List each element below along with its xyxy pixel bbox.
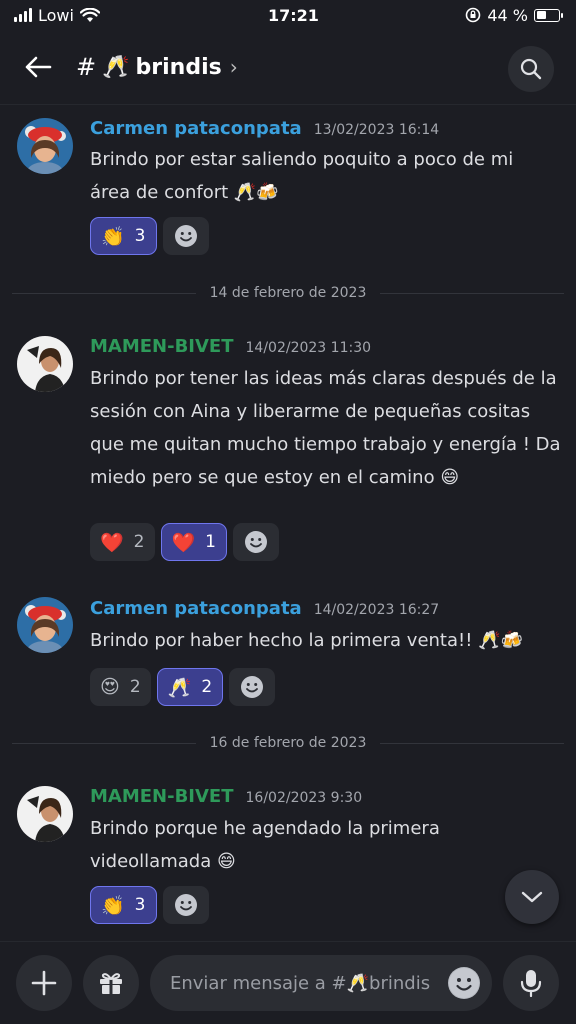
avatar[interactable] — [17, 597, 73, 653]
rotation-lock-icon — [466, 7, 481, 23]
add-reaction-button[interactable] — [233, 523, 279, 561]
user-photo-icon — [17, 597, 73, 653]
date-divider: 16 de febrero de 2023 — [12, 735, 564, 751]
message-header: MAMEN-BIVET 16/02/2023 9:30 — [90, 786, 362, 807]
message-text: Brindo por tener las ideas más claras de… — [90, 368, 561, 488]
reaction-button[interactable]: 👏 3 — [90, 217, 157, 255]
user-photo-icon — [17, 118, 73, 174]
smiley-icon — [174, 894, 197, 916]
composer-divider — [0, 941, 576, 942]
message-text: Brindo porque he agendado la primera vid… — [90, 818, 440, 872]
divider-line — [12, 742, 196, 744]
scroll-to-bottom-button[interactable] — [505, 870, 559, 924]
status-bar: Lowi 17:21 44 % — [0, 0, 576, 30]
add-reaction-button[interactable] — [162, 886, 209, 924]
add-reaction-button[interactable] — [162, 217, 209, 255]
divider-line — [380, 742, 564, 744]
avatar[interactable] — [17, 786, 73, 842]
reaction-count: 2 — [201, 677, 213, 697]
timestamp: 16/02/2023 9:30 — [245, 790, 363, 806]
reaction-count: 1 — [205, 532, 216, 552]
status-left: Lowi — [14, 6, 100, 25]
reaction-button[interactable]: 👏 3 — [90, 886, 157, 924]
smiley-icon — [241, 676, 264, 698]
reactions: 👏 3 — [90, 217, 209, 255]
reaction-count: 2 — [129, 677, 141, 697]
battery-percent: 44 % — [487, 5, 528, 25]
heart-emoji: ❤️ — [100, 531, 124, 554]
reactions: ❤️ 2 ❤️ 1 — [90, 523, 279, 561]
divider-line — [380, 292, 564, 294]
clock: 17:21 — [268, 5, 319, 25]
chevron-down-icon — [521, 891, 543, 903]
user-photo-icon — [17, 786, 73, 842]
smiley-icon — [245, 531, 267, 553]
message-header: Carmen pataconpata 14/02/2023 16:27 — [90, 598, 439, 619]
author-name[interactable]: Carmen pataconpata — [90, 118, 302, 139]
plus-icon — [31, 970, 57, 996]
avatar[interactable] — [17, 336, 73, 392]
smiley-icon — [449, 968, 479, 998]
reaction-button[interactable]: ❤️ 2 — [90, 523, 155, 561]
signal-icon — [14, 8, 32, 22]
channel-title[interactable]: # 🥂 brindis › — [76, 53, 238, 81]
reaction-count: 3 — [134, 226, 146, 246]
header-divider — [0, 104, 576, 105]
clinking-glasses-emoji: 🥂 — [167, 676, 192, 699]
avatar[interactable] — [17, 118, 73, 174]
message-input-placeholder: Enviar mensaje a #🥂brindis — [170, 972, 431, 994]
heart-emoji: ❤️ — [171, 531, 196, 554]
reaction-button[interactable]: ❤️ 1 — [160, 523, 227, 561]
add-attachment-button[interactable] — [16, 955, 72, 1011]
battery-level — [536, 11, 546, 19]
heart-eyes-emoji: 😍 — [100, 676, 120, 698]
search-icon — [520, 58, 542, 80]
back-button[interactable] — [18, 47, 58, 87]
gift-icon — [100, 973, 122, 994]
gift-button[interactable] — [83, 955, 139, 1011]
message-input[interactable]: Enviar mensaje a #🥂brindis — [150, 955, 492, 1011]
reactions: 😍 2 🥂 2 — [90, 668, 276, 706]
user-photo-icon — [17, 336, 73, 392]
timestamp: 13/02/2023 16:14 — [313, 122, 440, 138]
channel-name: brindis — [135, 54, 222, 80]
message-composer: Enviar mensaje a #🥂brindis — [0, 955, 576, 1013]
smiley-icon — [174, 225, 197, 247]
hash-icon: # — [76, 53, 97, 81]
timestamp: 14/02/2023 11:30 — [245, 340, 372, 356]
reaction-button[interactable]: 🥂 2 — [156, 668, 224, 706]
message-text: Brindo por haber hecho la primera venta!… — [90, 630, 524, 651]
carrier-name: Lowi — [38, 5, 74, 25]
date-divider: 14 de febrero de 2023 — [12, 285, 564, 301]
channel-header: # 🥂 brindis › — [0, 38, 576, 96]
battery-icon — [534, 8, 563, 22]
date-label: 14 de febrero de 2023 — [209, 285, 367, 301]
reaction-button[interactable]: 😍 2 — [90, 668, 151, 706]
voice-message-button[interactable] — [503, 955, 559, 1011]
timestamp: 14/02/2023 16:27 — [313, 602, 440, 618]
clap-emoji: 👏 — [101, 225, 125, 248]
clap-emoji: 👏 — [101, 894, 125, 917]
reaction-count: 3 — [134, 895, 146, 915]
message-header: MAMEN-BIVET 14/02/2023 11:30 — [90, 336, 371, 357]
emoji-picker-button[interactable] — [448, 967, 480, 999]
microphone-icon — [520, 970, 542, 997]
status-right: 44 % — [465, 5, 563, 25]
add-reaction-button[interactable] — [229, 668, 276, 706]
date-label: 16 de febrero de 2023 — [209, 735, 367, 751]
divider-line — [12, 292, 196, 294]
channel-emoji: 🥂 — [102, 54, 130, 80]
message-text: Brindo por estar saliendo poquito a poco… — [90, 149, 514, 203]
author-name[interactable]: Carmen pataconpata — [90, 598, 302, 619]
author-name[interactable]: MAMEN-BIVET — [90, 336, 234, 357]
chevron-right-icon: › — [229, 55, 238, 79]
wifi-icon — [79, 7, 100, 22]
reactions: 👏 3 — [90, 886, 209, 924]
message-header: Carmen pataconpata 13/02/2023 16:14 — [90, 118, 439, 139]
arrow-left-icon — [25, 56, 52, 78]
search-button[interactable] — [508, 46, 554, 92]
author-name[interactable]: MAMEN-BIVET — [90, 786, 234, 807]
reaction-count: 2 — [133, 532, 145, 552]
